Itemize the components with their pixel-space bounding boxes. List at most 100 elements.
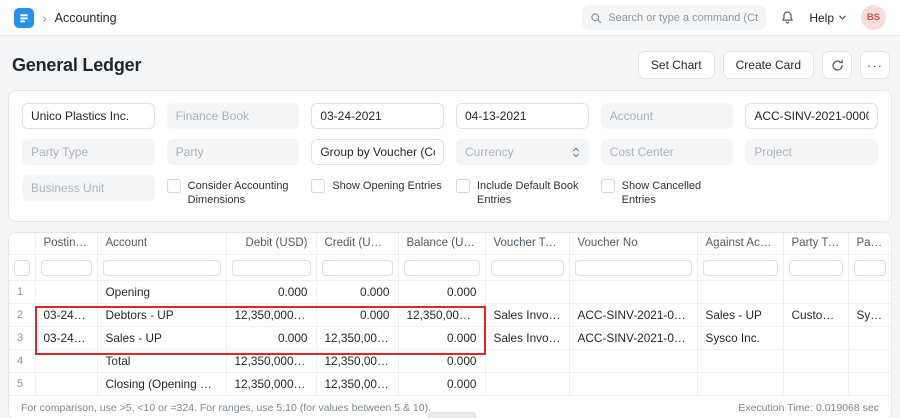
column-header-party-type[interactable]: Party Type <box>783 233 848 255</box>
checkbox-box[interactable] <box>456 179 470 193</box>
cell-debit[interactable]: 0.000 <box>226 281 316 304</box>
cell-balance[interactable]: 0.000 <box>398 373 485 396</box>
cell-credit[interactable]: 0.000 <box>316 281 398 304</box>
cell-party[interactable] <box>848 281 891 304</box>
column-header-account[interactable]: Account <box>97 233 226 255</box>
cell-party[interactable] <box>848 350 891 373</box>
from-date-filter-input[interactable] <box>311 103 444 129</box>
column-filter-input[interactable] <box>41 260 92 276</box>
cell-debit[interactable]: 12,350,000.000 <box>226 373 316 396</box>
avatar[interactable]: BS <box>861 5 886 30</box>
cell-debit[interactable]: 12,350,000.000 <box>226 304 316 327</box>
cell-account[interactable]: Debtors - UP <box>97 304 226 327</box>
cell-voucher-no[interactable] <box>569 373 697 396</box>
group-by-filter-input[interactable] <box>311 139 444 165</box>
cell-against-account[interactable] <box>697 281 783 304</box>
refresh-button[interactable] <box>822 51 852 79</box>
set-chart-button[interactable]: Set Chart <box>638 51 715 79</box>
checkbox-box[interactable] <box>167 179 181 193</box>
cell-party-type[interactable]: Customer <box>783 304 848 327</box>
to-date-filter-input[interactable] <box>456 103 589 129</box>
cell-account[interactable]: Closing (Opening + Total) <box>97 373 226 396</box>
cell-credit[interactable]: 12,350,000.000 <box>316 350 398 373</box>
column-filter-input[interactable] <box>491 260 564 276</box>
create-card-button[interactable]: Create Card <box>723 51 814 79</box>
column-filter-input[interactable] <box>854 260 887 276</box>
global-search[interactable] <box>582 5 766 30</box>
column-header-against-account[interactable]: Against Acco... <box>697 233 783 255</box>
cell-debit[interactable]: 12,350,000.000 <box>226 350 316 373</box>
checkbox-show-cancelled-entries[interactable]: Show Cancelled Entries <box>601 175 734 208</box>
column-filter-input[interactable] <box>103 260 221 276</box>
currency-select[interactable]: Currency <box>456 139 589 165</box>
column-filter-input[interactable] <box>404 260 480 276</box>
cell-party-type[interactable] <box>783 281 848 304</box>
column-filter-input[interactable] <box>14 260 30 276</box>
column-header-voucher-type[interactable]: Voucher Type <box>485 233 569 255</box>
cell-credit[interactable]: 12,350,000.000 <box>316 327 398 350</box>
checkbox-show-opening-entries[interactable]: Show Opening Entries <box>311 175 444 193</box>
cell-debit[interactable]: 0.000 <box>226 327 316 350</box>
cell-credit[interactable]: 0.000 <box>316 304 398 327</box>
cell-against-account[interactable] <box>697 373 783 396</box>
cell-account[interactable]: Total <box>97 350 226 373</box>
cell-voucher-no[interactable]: ACC-SINV-2021-00004 <box>569 304 697 327</box>
menu-button[interactable]: ··· <box>860 51 890 79</box>
cell-balance[interactable]: 0.000 <box>398 281 485 304</box>
company-filter-input[interactable] <box>22 103 155 129</box>
cell-posting-date[interactable] <box>35 373 97 396</box>
column-filter-input[interactable] <box>703 260 778 276</box>
cell-posting-date[interactable] <box>35 350 97 373</box>
column-header-voucher-no[interactable]: Voucher No <box>569 233 697 255</box>
cell-balance[interactable]: 0.000 <box>398 350 485 373</box>
app-logo[interactable] <box>14 8 34 28</box>
column-header-posting-date[interactable]: Posting ... <box>35 233 97 255</box>
party-type-filter-input[interactable] <box>22 139 155 165</box>
voucher-no-filter-input[interactable] <box>745 103 878 129</box>
cell-posting-date[interactable]: 03-24-20... <box>35 304 97 327</box>
checkbox-box[interactable] <box>601 179 615 193</box>
business-unit-filter-input[interactable] <box>22 175 155 201</box>
cell-balance[interactable]: 0.000 <box>398 327 485 350</box>
notifications-bell-icon[interactable] <box>780 10 795 25</box>
breadcrumb-item-accounting[interactable]: Accounting <box>55 11 117 25</box>
cell-voucher-no[interactable] <box>569 281 697 304</box>
party-filter-input[interactable] <box>167 139 300 165</box>
cell-posting-date[interactable]: 03-24-20... <box>35 327 97 350</box>
cell-voucher-type[interactable] <box>485 373 569 396</box>
cell-against-account[interactable] <box>697 350 783 373</box>
cell-party-type[interactable] <box>783 327 848 350</box>
column-filter-input[interactable] <box>789 260 843 276</box>
checkbox-box[interactable] <box>311 179 325 193</box>
cell-against-account[interactable]: Sales - UP <box>697 304 783 327</box>
column-header-party[interactable]: Party <box>848 233 891 255</box>
column-header-credit[interactable]: Credit (USD) <box>316 233 398 255</box>
cost-center-filter-input[interactable] <box>601 139 734 165</box>
cell-account[interactable]: Sales - UP <box>97 327 226 350</box>
cell-party-type[interactable] <box>783 373 848 396</box>
column-header-balance[interactable]: Balance (USD) <box>398 233 485 255</box>
checkbox-include-default-book-entries[interactable]: Include Default Book Entries <box>456 175 589 208</box>
cell-party[interactable]: Sysco <box>848 304 891 327</box>
column-filter-input[interactable] <box>575 260 692 276</box>
cell-balance[interactable]: 12,350,000.000 <box>398 304 485 327</box>
cell-posting-date[interactable] <box>35 281 97 304</box>
column-filter-input[interactable] <box>322 260 393 276</box>
cell-account[interactable]: Opening <box>97 281 226 304</box>
cell-voucher-no[interactable]: ACC-SINV-2021-00004 <box>569 327 697 350</box>
cell-party[interactable] <box>848 373 891 396</box>
finance-book-filter-input[interactable] <box>167 103 300 129</box>
cell-voucher-no[interactable] <box>569 350 697 373</box>
cell-credit[interactable]: 12,350,000.000 <box>316 373 398 396</box>
help-menu[interactable]: Help <box>809 11 847 25</box>
cell-voucher-type[interactable]: Sales Invoice <box>485 304 569 327</box>
cell-against-account[interactable]: Sysco Inc. <box>697 327 783 350</box>
account-filter-input[interactable] <box>601 103 734 129</box>
checkbox-consider-accounting-dimensions[interactable]: Consider Accounting Dimensions <box>167 175 300 208</box>
cell-voucher-type[interactable] <box>485 350 569 373</box>
column-filter-input[interactable] <box>232 260 311 276</box>
cell-party-type[interactable] <box>783 350 848 373</box>
search-input[interactable] <box>608 12 758 24</box>
cell-voucher-type[interactable] <box>485 281 569 304</box>
project-filter-input[interactable] <box>745 139 878 165</box>
